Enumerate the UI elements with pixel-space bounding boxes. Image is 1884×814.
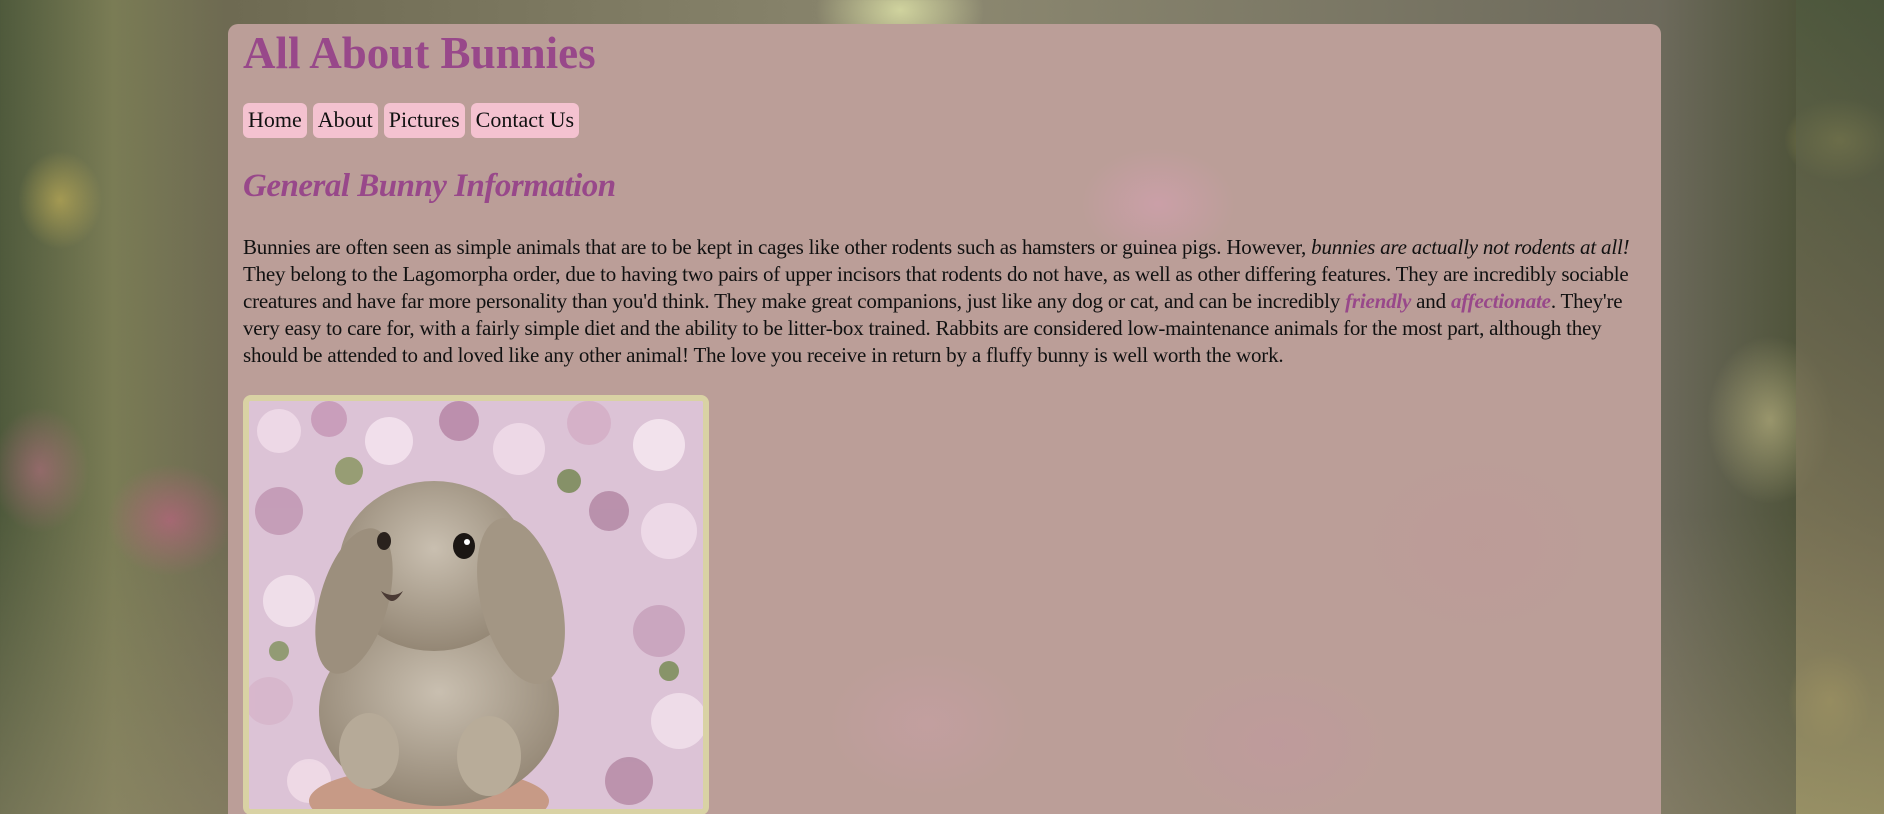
bunny-photo [243,395,709,814]
nav-about[interactable]: About [312,103,378,138]
intro-paragraph: Bunnies are often seen as simple animals… [243,234,1653,369]
paragraph-emphasis: bunnies are actually not rodents at all! [1311,235,1630,259]
section-heading: General Bunny Information [243,168,616,204]
highlight-friendly: friendly [1345,289,1412,313]
paragraph-joiner: and [1411,289,1451,313]
bunny-illustration [249,401,703,809]
content-panel: All About Bunnies Home About Pictures Co… [228,24,1661,814]
background-strip [1796,0,1884,814]
nav-pictures[interactable]: Pictures [383,103,465,138]
nav-home[interactable]: Home [243,103,307,138]
main-nav: Home About Pictures Contact Us [243,103,1646,138]
highlight-affectionate: affectionate [1450,289,1551,313]
nav-contact-us[interactable]: Contact Us [470,103,580,138]
paragraph-text-1: Bunnies are often seen as simple animals… [243,235,1312,259]
site-title: All About Bunnies [243,28,596,78]
